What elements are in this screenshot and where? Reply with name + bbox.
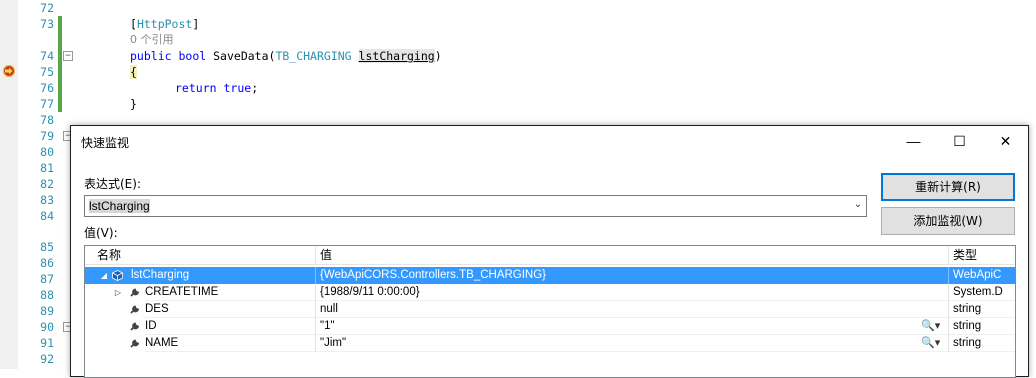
wrench-icon: [130, 288, 140, 297]
watch-value-grid[interactable]: 名称 值 类型 ◢ lstCharging {WebApiCORS.Contro…: [84, 245, 1016, 378]
wrench-icon: [130, 322, 140, 331]
expression-input[interactable]: lstCharging: [89, 199, 150, 213]
line-number: 75: [40, 65, 54, 79]
line-number: 86: [40, 256, 54, 270]
wrench-icon: [130, 339, 140, 348]
object-icon: [112, 270, 123, 281]
quick-watch-dialog[interactable]: 快速监视 — ☐ ✕ 表达式(E): lstCharging ⌄ 重新计算(R)…: [70, 125, 1029, 378]
expand-icon[interactable]: ▷: [113, 284, 123, 301]
row-name: NAME: [145, 335, 316, 352]
attribute-name: HttpPost: [136, 17, 193, 31]
line-number: 73: [40, 17, 54, 31]
line-number: 79: [40, 129, 54, 143]
collapse-toggle[interactable]: −: [63, 51, 73, 61]
row-value: {WebApiCORS.Controllers.TB_CHARGING}: [316, 267, 949, 284]
row-type: System.D: [949, 284, 1015, 301]
code-line[interactable]: 77 }: [18, 96, 1036, 112]
row-type: string: [949, 301, 1015, 318]
param-identifier[interactable]: lstCharging: [358, 49, 435, 63]
row-name: ID: [145, 318, 316, 335]
add-watch-button[interactable]: 添加监视(W): [881, 207, 1015, 235]
row-value: {1988/9/11 0:00:00}: [316, 284, 949, 301]
indicator-margin[interactable]: [0, 0, 18, 369]
line-number: 88: [40, 288, 54, 302]
code-line[interactable]: 74 − public bool SaveData(TB_CHARGING ls…: [18, 48, 1036, 64]
change-indicator: [58, 64, 62, 80]
line-number: 92: [40, 352, 54, 366]
maximize-button[interactable]: ☐: [937, 126, 982, 157]
text-visualizer-icon[interactable]: 🔍▾: [921, 335, 940, 352]
return-statement: return true;: [175, 81, 259, 95]
row-type: WebApiC: [953, 269, 1002, 281]
line-number: 85: [40, 240, 54, 254]
row-name: DES: [145, 301, 316, 318]
dialog-titlebar[interactable]: 快速监视 — ☐ ✕: [71, 126, 1028, 157]
column-header-type[interactable]: 类型: [949, 246, 1015, 264]
row-type: string: [949, 335, 1015, 352]
line-number: 80: [40, 145, 54, 159]
change-indicator: [58, 32, 62, 48]
recalculate-button[interactable]: 重新计算(R): [881, 173, 1015, 201]
chevron-down-icon[interactable]: ⌄: [852, 199, 864, 213]
grid-header: 名称 值 类型: [85, 246, 1015, 265]
line-number: 83: [40, 193, 54, 207]
code-line[interactable]: 73 [HttpPost]: [18, 16, 1036, 32]
table-row[interactable]: ◢ lstCharging {WebApiCORS.Controllers.TB…: [85, 267, 1015, 284]
minimize-button[interactable]: —: [891, 126, 936, 157]
change-indicator: [58, 96, 62, 112]
line-number: 87: [40, 272, 54, 286]
row-value: "1": [316, 318, 949, 335]
code-line[interactable]: 75 {: [18, 64, 1036, 80]
column-header-name[interactable]: 名称: [93, 246, 316, 264]
open-brace: {: [130, 65, 137, 79]
line-number: 81: [40, 161, 54, 175]
text-visualizer-icon[interactable]: 🔍▾: [921, 318, 940, 335]
change-indicator: [58, 16, 62, 32]
expression-combobox[interactable]: lstCharging ⌄: [84, 195, 867, 217]
wrench-icon: [130, 305, 140, 314]
row-value: "Jim": [316, 335, 949, 352]
column-header-value[interactable]: 值: [316, 246, 949, 264]
close-brace: }: [130, 97, 137, 111]
line-number: 74: [40, 49, 54, 63]
value-label: 值(V):: [84, 226, 118, 240]
table-row[interactable]: NAME "Jim" 🔍▾ string: [85, 335, 1015, 352]
line-number: 82: [40, 177, 54, 191]
line-number: 78: [40, 113, 54, 127]
reference-count-link[interactable]: 0 个引用: [130, 32, 174, 48]
line-number: 72: [40, 1, 54, 15]
breakpoint-current-statement-icon[interactable]: [3, 65, 15, 77]
row-value: null: [316, 301, 949, 318]
method-signature: public bool SaveData(TB_CHARGING lstChar…: [130, 49, 442, 63]
change-indicator: [58, 48, 62, 64]
collapse-icon[interactable]: ◢: [99, 267, 109, 284]
codelens-line[interactable]: 0 个引用: [18, 32, 1036, 48]
table-row[interactable]: ▷ CREATETIME {1988/9/11 0:00:00} System.…: [85, 284, 1015, 301]
line-number: 77: [40, 97, 54, 111]
line-number: 89: [40, 304, 54, 318]
table-row[interactable]: ID "1" 🔍▾ string: [85, 318, 1015, 335]
table-row[interactable]: DES null string: [85, 301, 1015, 318]
dialog-title: 快速监视: [81, 136, 130, 150]
line-number: 91: [40, 336, 54, 350]
code-line[interactable]: 76 return true;: [18, 80, 1036, 96]
line-number: 84: [40, 209, 54, 223]
row-name: lstCharging: [131, 267, 316, 284]
line-number: 76: [40, 81, 54, 95]
change-indicator: [58, 80, 62, 96]
attribute-line: [HttpPost]: [130, 17, 200, 31]
expression-label: 表达式(E):: [84, 177, 141, 191]
row-name: CREATETIME: [145, 284, 316, 301]
code-line[interactable]: 72: [18, 0, 1036, 16]
row-type: string: [949, 318, 1015, 335]
line-number: 90: [40, 320, 54, 334]
close-button[interactable]: ✕: [983, 126, 1028, 157]
